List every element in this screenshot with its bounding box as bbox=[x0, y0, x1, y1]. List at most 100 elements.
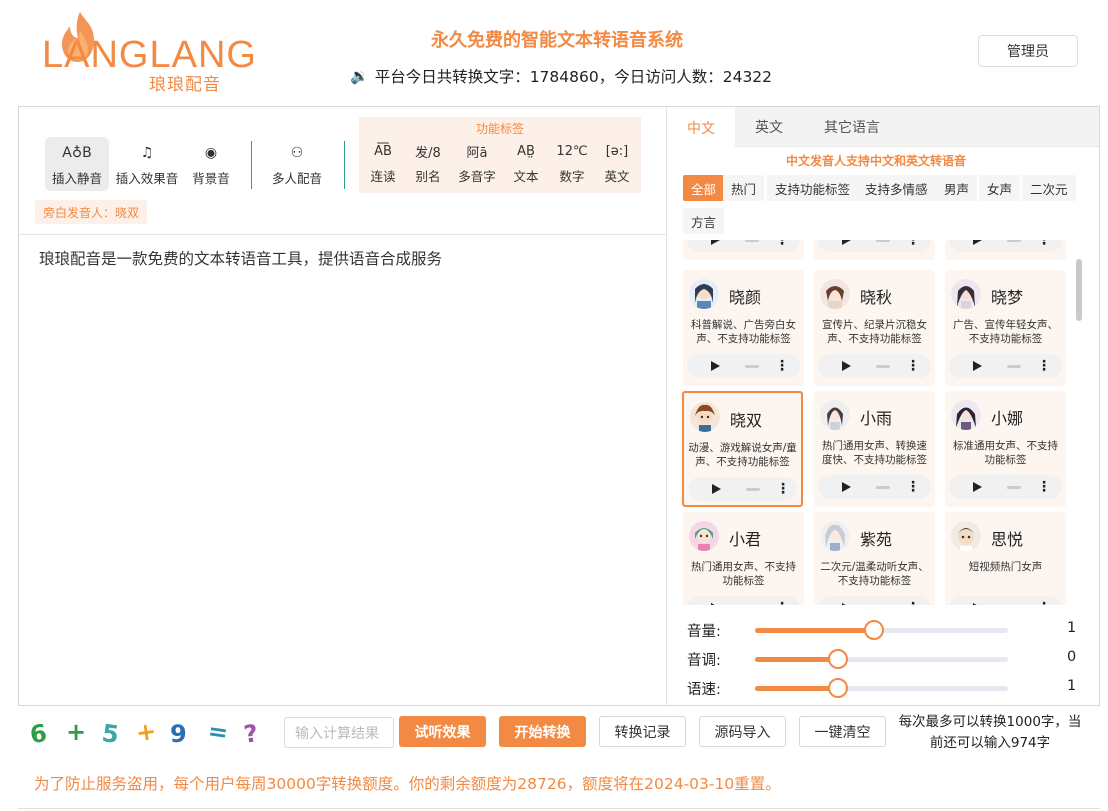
slider-fill bbox=[755, 657, 839, 662]
play-icon[interactable] bbox=[712, 484, 721, 494]
filter-function-tags[interactable]: 支持功能标签 bbox=[767, 175, 859, 201]
english-tag-button[interactable]: [ə:] 英文 bbox=[597, 139, 637, 189]
voice-card[interactable]: 思悦 短视频热门女声 ⋮ bbox=[945, 512, 1066, 605]
more-icon[interactable]: ⋮ bbox=[775, 358, 789, 374]
play-icon[interactable] bbox=[842, 603, 851, 605]
filter-anime[interactable]: 二次元 bbox=[1022, 175, 1076, 201]
convert-button[interactable]: 开始转换 bbox=[499, 716, 586, 747]
more-icon[interactable]: ⋮ bbox=[1037, 600, 1051, 605]
voice-name: 小君 bbox=[729, 530, 762, 549]
play-icon[interactable] bbox=[842, 482, 851, 492]
voice-card[interactable]: 晓颜 科普解说、广告旁白女声、不支持功能标签 ⋮ bbox=[683, 270, 804, 386]
pitch-slider: 音调: 0 bbox=[687, 647, 1087, 671]
play-icon[interactable] bbox=[973, 603, 982, 605]
progress-bar bbox=[745, 240, 759, 242]
filter-hot[interactable]: 热门 bbox=[723, 175, 765, 201]
audio-player[interactable]: ⋮ bbox=[949, 596, 1062, 605]
slider-track[interactable] bbox=[755, 620, 1008, 640]
tab-chinese[interactable]: 中文 bbox=[667, 107, 735, 148]
audio-player[interactable]: ⋮ bbox=[687, 596, 800, 605]
more-icon[interactable]: ⋮ bbox=[1037, 479, 1051, 495]
insert-silence-button[interactable]: A♁B 插入静音 bbox=[45, 137, 109, 191]
audio-player[interactable]: ⋮ bbox=[818, 354, 931, 378]
voice-card-partial[interactable]: ⋮ bbox=[814, 240, 935, 260]
more-icon[interactable]: ⋮ bbox=[775, 240, 789, 248]
filter-all[interactable]: 全部 bbox=[683, 175, 725, 201]
history-button[interactable]: 转换记录 bbox=[599, 716, 686, 747]
text-editor[interactable]: 琅琅配音是一款免费的文本转语音工具，提供语音合成服务 bbox=[39, 247, 442, 269]
play-icon[interactable] bbox=[842, 240, 851, 245]
clear-button[interactable]: 一键清空 bbox=[799, 716, 886, 747]
audio-player[interactable]: ⋮ bbox=[818, 240, 931, 252]
voice-card-partial[interactable]: ⋮ bbox=[683, 240, 804, 260]
liaison-tag-button[interactable]: A͞B 连读 bbox=[363, 139, 403, 189]
filter-male[interactable]: 男声 bbox=[936, 175, 978, 201]
admin-button[interactable]: 管理员 bbox=[978, 35, 1078, 67]
more-icon[interactable]: ⋮ bbox=[1037, 240, 1051, 248]
voice-card-selected[interactable]: 晓双 动漫、游戏解说女声/童声、不支持功能标签 ⋮ bbox=[682, 391, 803, 507]
number-tag-button[interactable]: 12℃ 数字 bbox=[552, 139, 592, 189]
audio-player[interactable]: ⋮ bbox=[687, 354, 800, 378]
audio-player[interactable]: ⋮ bbox=[949, 354, 1062, 378]
more-icon[interactable]: ⋮ bbox=[1037, 358, 1051, 374]
audio-player[interactable]: ⋮ bbox=[949, 240, 1062, 252]
play-icon[interactable] bbox=[711, 603, 720, 605]
slider-track[interactable] bbox=[755, 678, 1008, 698]
slider-label: 音调: bbox=[687, 653, 721, 669]
voice-card[interactable]: 晓梦 广告、宣传年轻女声、不支持功能标签 ⋮ bbox=[945, 270, 1066, 386]
play-icon[interactable] bbox=[973, 361, 982, 371]
avatar bbox=[951, 279, 981, 309]
multi-voice-button[interactable]: ⚇ 多人配音 bbox=[267, 137, 327, 191]
voice-card-partial[interactable]: ⋮ bbox=[945, 240, 1066, 260]
slider-handle[interactable] bbox=[828, 649, 849, 669]
filter-dialect[interactable]: 方言 bbox=[683, 208, 725, 234]
text-tag-button[interactable]: AB̤ 文本 bbox=[506, 139, 546, 189]
voice-name: 晓秋 bbox=[860, 288, 893, 307]
polyphone-tag-button[interactable]: 阿ā 多音字 bbox=[457, 139, 497, 189]
tab-other-languages[interactable]: 其它语言 bbox=[807, 107, 897, 147]
more-icon[interactable]: ⋮ bbox=[906, 479, 920, 495]
insert-effect-button[interactable]: ♫ 插入效果音 bbox=[113, 137, 181, 191]
voice-card[interactable]: 紫苑 二次元/温柔动听女声、不支持功能标签 ⋮ bbox=[814, 512, 935, 605]
voice-card[interactable]: 小君 热门通用女声、不支持功能标签 ⋮ bbox=[683, 512, 804, 605]
more-icon[interactable]: ⋮ bbox=[775, 600, 789, 605]
play-icon[interactable] bbox=[842, 361, 851, 371]
import-button[interactable]: 源码导入 bbox=[699, 716, 786, 747]
progress-bar bbox=[1007, 365, 1021, 368]
audio-player[interactable]: ⋮ bbox=[818, 475, 931, 499]
voice-card[interactable]: 小娜 标准通用女声、不支持功能标签 ⋮ bbox=[945, 391, 1066, 507]
more-icon[interactable]: ⋮ bbox=[906, 358, 920, 374]
more-icon[interactable]: ⋮ bbox=[906, 240, 920, 248]
play-icon[interactable] bbox=[973, 482, 982, 492]
more-icon[interactable]: ⋮ bbox=[906, 600, 920, 605]
alias-tag-button[interactable]: 发/8 别名 bbox=[408, 139, 448, 189]
voice-card[interactable]: 小雨 热门通用女声、转换速度快、不支持功能标签 ⋮ bbox=[814, 391, 935, 507]
background-music-button[interactable]: ◉ 背景音 bbox=[187, 137, 235, 191]
filter-multi-emotion[interactable]: 支持多情感 bbox=[857, 175, 936, 201]
polyphone-icon: 阿ā bbox=[466, 145, 488, 161]
voice-list-scrollbar[interactable] bbox=[1076, 259, 1082, 321]
voice-name: 思悦 bbox=[991, 530, 1024, 549]
tab-english[interactable]: 英文 bbox=[735, 107, 803, 147]
preview-button[interactable]: 试听效果 bbox=[399, 716, 486, 747]
slider-track[interactable] bbox=[755, 649, 1008, 669]
audio-player[interactable]: ⋮ bbox=[687, 240, 800, 252]
narrator-badge[interactable]: 旁白发音人：晓双 bbox=[35, 200, 148, 224]
play-icon[interactable] bbox=[973, 240, 982, 245]
more-icon[interactable]: ⋮ bbox=[776, 481, 790, 497]
filter-female[interactable]: 女声 bbox=[979, 175, 1021, 201]
voice-description: 热门通用女声、转换速度快、不支持功能标签 bbox=[822, 440, 927, 466]
tool-label: 多音字 bbox=[458, 169, 496, 184]
captcha-answer-input[interactable]: 输入计算结果 bbox=[284, 717, 394, 748]
voice-card[interactable]: 晓秋 宣传片、纪录片沉稳女声、不支持功能标签 ⋮ bbox=[814, 270, 935, 386]
audio-player[interactable]: ⋮ bbox=[688, 477, 797, 501]
slider-label: 语速: bbox=[687, 682, 721, 698]
toolbar-divider bbox=[344, 141, 345, 189]
avatar bbox=[689, 521, 719, 551]
audio-player[interactable]: ⋮ bbox=[818, 596, 931, 605]
play-icon[interactable] bbox=[711, 240, 720, 245]
slider-handle[interactable] bbox=[828, 678, 849, 698]
audio-player[interactable]: ⋮ bbox=[949, 475, 1062, 499]
slider-handle[interactable] bbox=[863, 620, 884, 640]
play-icon[interactable] bbox=[711, 361, 720, 371]
